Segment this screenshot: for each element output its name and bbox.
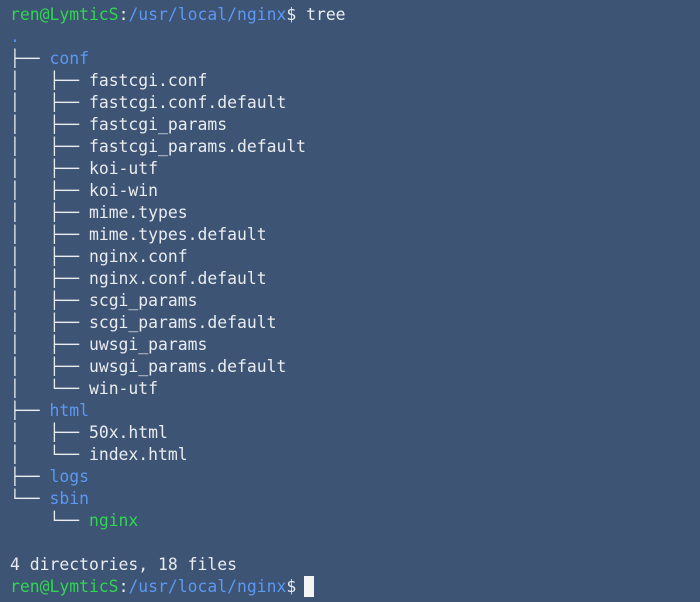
file-name: fastcgi_params.default (88, 137, 307, 156)
tree-connector: └── (10, 511, 89, 530)
tree-file: │ ├── fastcgi.conf.default (10, 92, 700, 114)
file-name: nginx.conf.default (88, 269, 267, 288)
tree-file: │ ├── fastcgi_params.default (10, 136, 700, 158)
tree-file: │ └── index.html (10, 444, 700, 466)
tree-file: │ └── win-utf (10, 378, 700, 400)
directory-name: logs (49, 467, 89, 486)
tree-dir-logs: ├── logs (10, 466, 700, 488)
tree-connector: ├── (10, 401, 50, 420)
directory-name: sbin (49, 489, 89, 508)
file-name: scgi_params (88, 291, 198, 310)
file-name: fastcgi_params (88, 115, 228, 134)
command-text: tree (306, 5, 346, 24)
file-name: koi-win (88, 181, 159, 200)
file-name: mime.types (88, 203, 188, 222)
file-name: uwsgi_params (88, 335, 208, 354)
prompt-colon: : (118, 5, 129, 24)
tree-connector: │ ├── (10, 203, 89, 222)
directory-name: conf (49, 49, 89, 68)
file-name: nginx.conf (88, 247, 188, 266)
prompt-path: /usr/local/nginx (128, 577, 287, 596)
prompt-user: ren@LymticS (10, 5, 119, 24)
tree-file: │ ├── nginx.conf (10, 246, 700, 268)
tree-file: │ ├── fastcgi_params (10, 114, 700, 136)
tree-connector: │ ├── (10, 269, 89, 288)
tree-connector: │ └── (10, 445, 89, 464)
file-name: fastcgi.conf (88, 71, 208, 90)
tree-connector: │ ├── (10, 137, 89, 156)
tree-file: │ ├── mime.types (10, 202, 700, 224)
prompt-colon: : (118, 577, 129, 596)
file-name: koi-utf (88, 159, 159, 178)
file-name: win-utf (88, 379, 159, 398)
tree-connector: ├── (10, 467, 50, 486)
tree-connector: │ └── (10, 379, 89, 398)
file-name: fastcgi.conf.default (88, 93, 287, 112)
tree-connector: │ ├── (10, 313, 89, 332)
tree-file: │ ├── scgi_params.default (10, 312, 700, 334)
tree-connector: │ ├── (10, 181, 89, 200)
tree-file: │ ├── scgi_params (10, 290, 700, 312)
tree-connector: │ ├── (10, 291, 89, 310)
tree-file: │ ├── uwsgi_params.default (10, 356, 700, 378)
tree-dir-sbin: └── sbin (10, 488, 700, 510)
file-name: scgi_params.default (88, 313, 277, 332)
prompt-dollar: $ (286, 577, 297, 596)
tree-file: │ ├── koi-utf (10, 158, 700, 180)
tree-dir-html: ├── html (10, 400, 700, 422)
executable-name: nginx (88, 511, 139, 530)
prompt-line-active[interactable]: ren@LymticS:/usr/local/nginx$ (10, 576, 700, 598)
file-name: index.html (88, 445, 188, 464)
tree-file: │ ├── fastcgi.conf (10, 70, 700, 92)
tree-connector: │ ├── (10, 159, 89, 178)
tree-file: │ ├── uwsgi_params (10, 334, 700, 356)
prompt-dollar: $ (286, 5, 297, 24)
tree-connector: │ ├── (10, 115, 89, 134)
tree-file: └── nginx (10, 510, 700, 532)
tree-connector: │ ├── (10, 93, 89, 112)
tree-connector: ├── (10, 49, 50, 68)
tree-connector: │ ├── (10, 335, 89, 354)
terminal-window[interactable]: ren@LymticS:/usr/local/nginx$ tree . ├──… (0, 0, 700, 602)
tree-file: │ ├── mime.types.default (10, 224, 700, 246)
directory-name: html (49, 401, 89, 420)
prompt-line: ren@LymticS:/usr/local/nginx$ tree (10, 4, 700, 26)
tree-connector: │ ├── (10, 225, 89, 244)
prompt-user: ren@LymticS (10, 577, 119, 596)
tree-connector: │ ├── (10, 423, 89, 442)
tree-file: │ ├── nginx.conf.default (10, 268, 700, 290)
text-cursor[interactable] (304, 576, 315, 597)
tree-file: │ ├── 50x.html (10, 422, 700, 444)
file-name: uwsgi_params.default (88, 357, 287, 376)
tree-connector: │ ├── (10, 247, 89, 266)
tree-connector: │ ├── (10, 357, 89, 376)
tree-file: │ ├── koi-win (10, 180, 700, 202)
tree-root: . (10, 27, 20, 46)
file-name: 50x.html (88, 423, 168, 442)
tree-connector: └── (10, 489, 50, 508)
tree-dir-conf: ├── conf (10, 48, 700, 70)
file-name: mime.types.default (88, 225, 267, 244)
tree-connector: │ ├── (10, 71, 89, 90)
tree-summary: 4 directories, 18 files (10, 555, 237, 574)
prompt-path: /usr/local/nginx (128, 5, 287, 24)
